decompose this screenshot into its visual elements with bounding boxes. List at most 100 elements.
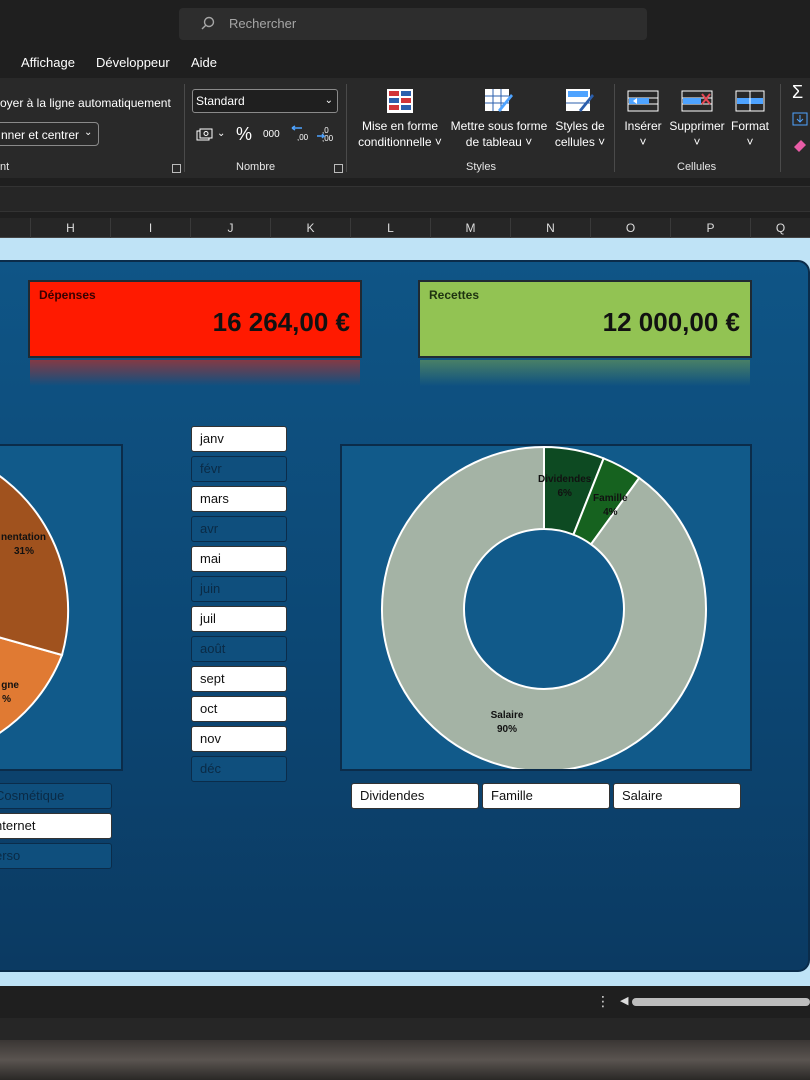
- donut-label-famille: Famille: [593, 493, 628, 504]
- sheet-tabs-bar: ⋮ ◀: [0, 986, 810, 1018]
- alignment-group-label: nt: [0, 161, 10, 173]
- eraser-icon[interactable]: [792, 138, 808, 152]
- format-button[interactable]: Format ˅: [728, 88, 772, 150]
- depenses-reflection: [30, 360, 360, 386]
- format-as-table-button[interactable]: Mettre sous forme de tableau ˅: [448, 88, 550, 150]
- pie-slice-alimentation: [0, 475, 70, 657]
- styles-group-label: Styles: [466, 161, 496, 173]
- depenses-label: Dépenses: [39, 288, 96, 302]
- formula-bar[interactable]: [0, 186, 810, 212]
- menu-bar: Affichage Développeur Aide: [0, 48, 810, 78]
- fill-icon[interactable]: [792, 112, 808, 126]
- separator: [184, 84, 185, 172]
- menu-affichage[interactable]: Affichage: [21, 55, 75, 70]
- wrap-text-button[interactable]: oyer à la ligne automatiquement: [0, 96, 171, 110]
- horizontal-scrollbar[interactable]: [632, 998, 810, 1006]
- slicer-income-dividendes[interactable]: Dividendes: [351, 783, 479, 809]
- formula-strip: [0, 178, 810, 218]
- search-icon: [201, 16, 215, 30]
- donut-pct-famille: 4%: [603, 507, 618, 518]
- chevron-down-icon[interactable]: ⌄: [217, 128, 225, 139]
- cell-styles-button[interactable]: Styles de cellules ˅: [552, 88, 608, 150]
- income-donut-chart[interactable]: Dividendes 6% Famille 4% Salaire 90%: [340, 444, 752, 772]
- slicer-income-famille[interactable]: Famille: [482, 783, 610, 809]
- column-header[interactable]: N: [510, 218, 590, 238]
- slicer-month-oct[interactable]: oct: [191, 696, 287, 722]
- background-surface: [0, 1040, 810, 1080]
- status-bar: [0, 1018, 810, 1040]
- column-header[interactable]: M: [430, 218, 510, 238]
- menu-aide[interactable]: Aide: [191, 55, 217, 70]
- recettes-card: Recettes 12 000,00 €: [418, 280, 752, 358]
- slicer-month-sept[interactable]: sept: [191, 666, 287, 692]
- separator: [780, 84, 781, 172]
- table-format-icon: [485, 89, 513, 112]
- chevron-down-icon: ⌄: [84, 127, 93, 138]
- slicer-category-perso[interactable]: erso: [0, 843, 112, 869]
- recettes-reflection: [420, 360, 750, 386]
- depenses-card: Dépenses 16 264,00 €: [28, 280, 362, 358]
- chevron-down-icon: ⌄: [324, 95, 333, 106]
- slicer-month-nov[interactable]: nov: [191, 726, 287, 752]
- slicer-month-janv[interactable]: janv: [191, 426, 287, 452]
- donut-label-salaire: Salaire: [491, 710, 524, 721]
- search-box[interactable]: Rechercher: [179, 8, 647, 40]
- slicer-income-salaire[interactable]: Salaire: [613, 783, 741, 809]
- slicer-month-juin[interactable]: juin: [191, 576, 287, 602]
- donut-pct-salaire: 90%: [497, 724, 517, 735]
- title-bar: Rechercher: [0, 0, 810, 48]
- recettes-label: Recettes: [429, 288, 480, 302]
- number-launcher-icon[interactable]: [334, 164, 343, 173]
- ribbon: oyer à la ligne automatiquement nner et …: [0, 78, 810, 178]
- conditional-format-button[interactable]: Mise en forme conditionnelle ˅: [354, 88, 446, 150]
- insert-button[interactable]: Insérer ˅: [620, 88, 666, 150]
- search-placeholder: Rechercher: [229, 16, 297, 31]
- svg-text:,00: ,00: [297, 133, 309, 142]
- column-header[interactable]: O: [590, 218, 670, 238]
- slicer-category-internet[interactable]: nternet: [0, 813, 112, 839]
- autosum-icon[interactable]: Σ: [792, 82, 803, 103]
- number-group-label: Nombre: [236, 161, 276, 173]
- column-header[interactable]: L: [350, 218, 430, 238]
- separator: [346, 84, 347, 172]
- delete-button[interactable]: Supprimer ˅: [668, 88, 726, 150]
- column-header[interactable]: J: [190, 218, 270, 238]
- slicer-month-juil[interactable]: juil: [191, 606, 287, 632]
- column-header[interactable]: P: [670, 218, 750, 238]
- column-header[interactable]: K: [270, 218, 350, 238]
- slicer-category-cosmetique[interactable]: Cosmétique: [0, 783, 112, 809]
- increase-decimal-icon[interactable]: ,0,00: [316, 124, 336, 142]
- alignment-launcher-icon[interactable]: [172, 164, 181, 173]
- decrease-decimal-icon[interactable]: ,00: [290, 124, 310, 142]
- column-header[interactable]: Q: [750, 218, 810, 238]
- slicer-month-dec[interactable]: déc: [191, 756, 287, 782]
- pie-label-alimentation: nentation: [1, 532, 46, 543]
- more-options-icon[interactable]: ⋮: [596, 993, 610, 1010]
- column-header[interactable]: I: [110, 218, 190, 238]
- slicer-month-mars[interactable]: mars: [191, 486, 287, 512]
- format-cells-icon: [735, 90, 765, 112]
- thousands-button[interactable]: 000: [263, 129, 280, 140]
- percent-button[interactable]: %: [236, 124, 252, 145]
- scroll-left-icon[interactable]: ◀: [620, 994, 628, 1007]
- donut-slice-salaire[interactable]: [381, 445, 707, 772]
- merge-center-button[interactable]: nner et centrer ⌄: [0, 122, 99, 146]
- slicer-month-mai[interactable]: mai: [191, 546, 287, 572]
- conditional-format-icon: [387, 89, 413, 113]
- number-format-select[interactable]: Standard ⌄: [192, 89, 338, 113]
- donut-pct-dividendes: 6%: [557, 488, 572, 499]
- cells-group-label: Cellules: [677, 161, 717, 173]
- expenses-pie-chart[interactable]: nentation 31% gne %: [0, 444, 123, 771]
- income-donut-svg: Dividendes 6% Famille 4% Salaire 90%: [381, 445, 707, 772]
- slicer-month-fevr[interactable]: févr: [191, 456, 287, 482]
- pie-pct-alimentation: 31%: [14, 546, 34, 557]
- column-header[interactable]: H: [30, 218, 110, 238]
- menu-developpeur[interactable]: Développeur: [96, 55, 170, 70]
- slicer-month-avr[interactable]: avr: [191, 516, 287, 542]
- pie-label-lignes: gne: [1, 680, 19, 691]
- expenses-pie-svg: nentation 31% gne %: [0, 475, 70, 734]
- slicer-month-aout[interactable]: août: [191, 636, 287, 662]
- cell-styles-icon: [566, 89, 594, 112]
- depenses-value: 16 264,00 €: [212, 307, 350, 337]
- currency-format-icon[interactable]: [196, 128, 214, 142]
